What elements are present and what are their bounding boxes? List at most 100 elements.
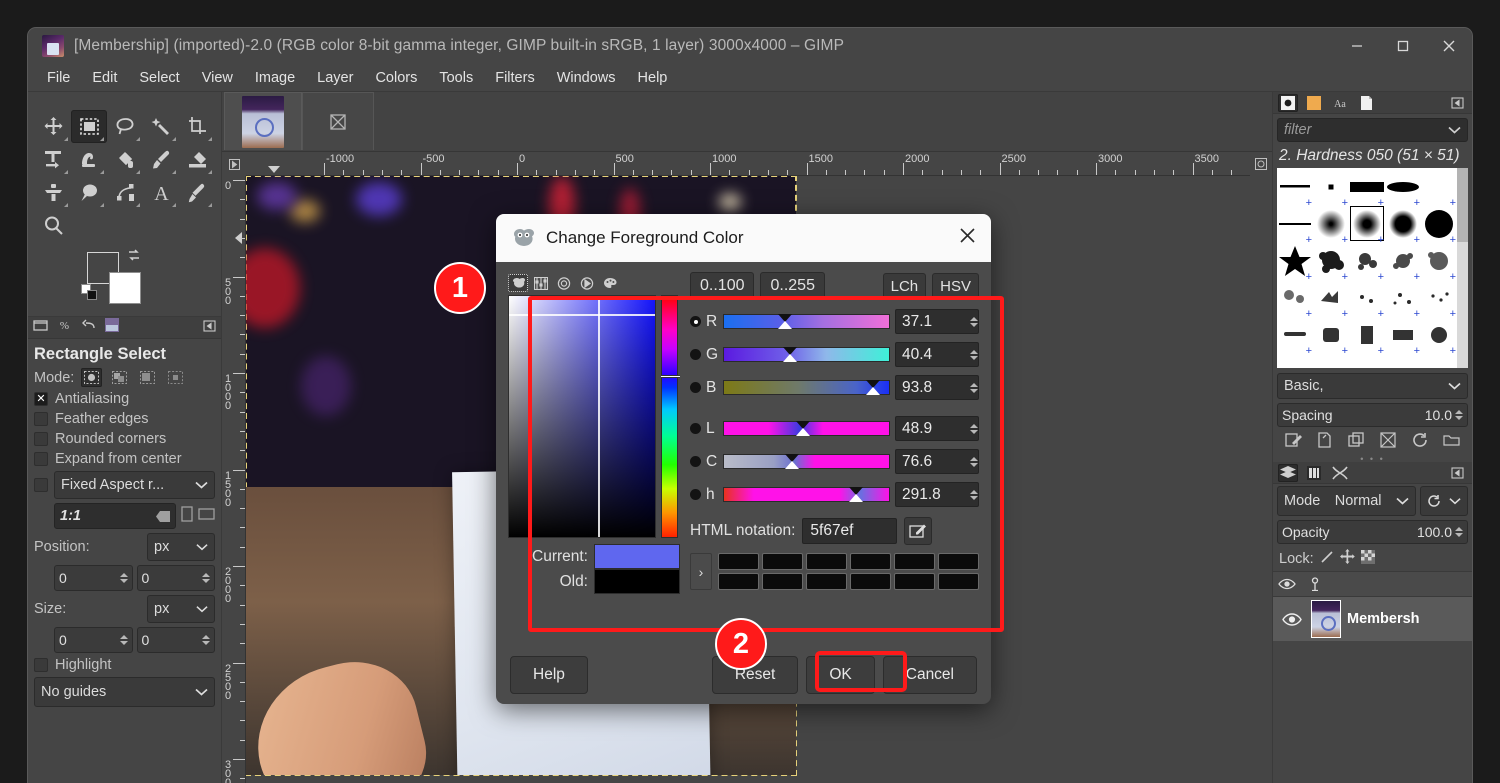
radio-h[interactable] [690, 489, 701, 500]
size-width-spinner[interactable]: 0 [54, 627, 133, 653]
slider-track-h[interactable] [723, 487, 890, 502]
dialog-close-button[interactable] [958, 226, 977, 250]
lch-model-button[interactable]: LCh [882, 272, 927, 300]
value-l-arrows[interactable] [970, 423, 978, 434]
history-swatch[interactable] [894, 573, 935, 590]
cancel-button[interactable]: Cancel [882, 656, 977, 694]
circle-selector-tab[interactable] [554, 274, 574, 292]
value-b[interactable]: 93.8 [895, 375, 979, 400]
brush-item[interactable] [1421, 316, 1457, 357]
mode-subtract-button[interactable] [137, 368, 158, 387]
layers-tab[interactable] [1278, 463, 1298, 482]
feather-edges-checkbox[interactable] [34, 412, 48, 426]
duplicate-brush-icon[interactable] [1348, 432, 1365, 453]
menu-image[interactable]: Image [244, 67, 306, 89]
menu-layer[interactable]: Layer [306, 67, 364, 89]
brushes-dock-menu-icon[interactable] [1447, 94, 1467, 112]
position-y-spinner[interactable]: 0 [136, 565, 215, 591]
brush-item[interactable] [1421, 205, 1457, 246]
highlight-checkbox[interactable] [34, 658, 48, 672]
sliders-selector-tab[interactable] [531, 274, 551, 292]
lock-alpha-icon[interactable] [1360, 549, 1375, 568]
hsv-model-button[interactable]: HSV [932, 272, 979, 300]
warp-tool[interactable] [71, 143, 107, 176]
brush-item[interactable] [1385, 316, 1421, 357]
scrollbar-thumb[interactable] [1457, 168, 1468, 242]
position-x-spinner[interactable]: 0 [54, 565, 133, 591]
brush-item[interactable] [1277, 242, 1313, 283]
radio-g[interactable] [690, 349, 701, 360]
position-y-arrows[interactable] [202, 573, 210, 583]
size-unit-combo[interactable]: px [147, 595, 215, 623]
free-select-tool[interactable] [107, 110, 143, 143]
device-status-icon[interactable]: % [57, 318, 72, 337]
radio-l[interactable] [690, 423, 701, 434]
swap-colors-icon[interactable] [127, 248, 141, 262]
delete-brush-icon[interactable] [1380, 432, 1396, 453]
expand-history-button[interactable]: › [690, 553, 712, 590]
bucket-fill-tool[interactable] [107, 143, 143, 176]
eraser-tool[interactable] [179, 143, 215, 176]
size-width-arrows[interactable] [119, 635, 128, 645]
documents-tab[interactable] [1356, 94, 1376, 112]
slider-track-l[interactable] [723, 421, 890, 436]
menu-colors[interactable]: Colors [364, 67, 428, 89]
palette-selector-tab[interactable] [600, 274, 620, 292]
history-swatch[interactable] [806, 553, 847, 570]
brush-item[interactable] [1349, 168, 1385, 209]
zoom-tool[interactable] [35, 209, 71, 242]
brush-item-selected[interactable] [1349, 205, 1385, 246]
guides-combo[interactable]: No guides [34, 677, 215, 707]
rounded-corners-checkbox[interactable] [34, 432, 48, 446]
menu-tools[interactable]: Tools [428, 67, 484, 89]
html-notation-input[interactable]: 5f67ef [802, 518, 898, 544]
blend-space-combo[interactable] [1420, 486, 1468, 516]
layer-mode-combo[interactable]: Mode Normal [1277, 486, 1416, 516]
history-swatch[interactable] [894, 553, 935, 570]
rounded-corners-row[interactable]: Rounded corners [28, 429, 221, 449]
background-color-swatch[interactable] [109, 272, 141, 304]
opacity-arrows[interactable] [1455, 527, 1463, 537]
close-button[interactable] [1426, 28, 1472, 64]
brush-item[interactable] [1277, 316, 1313, 357]
expand-from-center-checkbox[interactable] [34, 452, 48, 466]
undo-history-icon[interactable] [81, 318, 96, 337]
paths-tool[interactable] [107, 176, 143, 209]
history-swatch[interactable] [938, 553, 979, 570]
edit-brush-icon[interactable] [1285, 432, 1302, 453]
vertical-ruler[interactable]: 0 500 1000 1500 2000 2500 3000 [222, 176, 246, 783]
value-r-arrows[interactable] [970, 316, 978, 327]
history-swatch[interactable] [850, 573, 891, 590]
current-color-swatch[interactable] [594, 544, 680, 569]
brush-item[interactable] [1385, 242, 1421, 283]
value-l[interactable]: 48.9 [895, 416, 979, 441]
spacing-spinner[interactable]: Spacing 10.0 [1277, 403, 1468, 427]
lock-pixels-icon[interactable] [1320, 550, 1334, 568]
maximize-button[interactable] [1380, 28, 1426, 64]
history-swatch[interactable] [718, 573, 759, 590]
image-tab-membership[interactable] [224, 92, 302, 150]
brush-item[interactable] [1313, 316, 1349, 357]
brush-item[interactable] [1313, 279, 1349, 320]
images-tab-icon[interactable] [105, 318, 119, 337]
brushes-tab[interactable] [1278, 93, 1298, 112]
menu-select[interactable]: Select [128, 67, 190, 89]
menu-file[interactable]: File [36, 67, 81, 89]
spacing-arrows[interactable] [1455, 410, 1463, 420]
brush-item[interactable] [1313, 205, 1349, 246]
range-0-255-button[interactable]: 0..255 [760, 272, 825, 300]
crop-tool[interactable] [179, 110, 215, 143]
open-brush-folder-icon[interactable] [1443, 432, 1460, 453]
radio-c[interactable] [690, 456, 701, 467]
value-c-arrows[interactable] [970, 456, 978, 467]
help-button[interactable]: Help [510, 656, 588, 694]
brush-item[interactable] [1385, 205, 1421, 246]
brush-item[interactable] [1277, 205, 1313, 246]
brush-item[interactable] [1385, 168, 1421, 209]
value-g-arrows[interactable] [970, 349, 978, 360]
menu-filters[interactable]: Filters [484, 67, 545, 89]
slider-track-g[interactable] [723, 347, 890, 362]
slider-track-c[interactable] [723, 454, 890, 469]
menu-windows[interactable]: Windows [546, 67, 627, 89]
value-g[interactable]: 40.4 [895, 342, 979, 367]
